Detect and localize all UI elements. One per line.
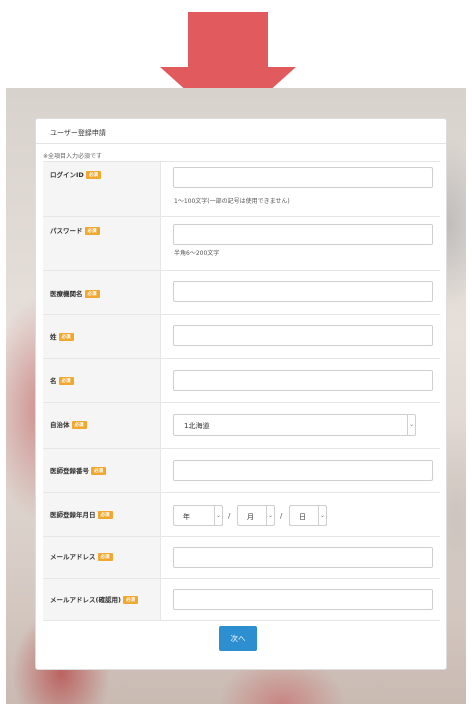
label-doctor-number: 医師登録番号 必須 <box>50 465 106 475</box>
chevron-down-icon: ⌄ <box>407 415 415 435</box>
required-badge: 必須 <box>85 171 101 179</box>
last-name-input[interactable] <box>173 325 433 346</box>
municipality-selected: 1北海道 <box>184 422 210 430</box>
row-password: パスワード 必須 半角6～200文字 <box>43 217 440 271</box>
required-note: ※全項目入力必須です <box>43 153 103 160</box>
row-doctor-number: 医師登録番号 必須 <box>43 449 440 493</box>
month-select[interactable]: 月 ⌄ <box>237 505 275 526</box>
label-doctor-date: 医師登録年月日 必須 <box>50 509 113 519</box>
row-municipality: 自治体 必須 1北海道 ⌄ <box>43 403 440 449</box>
login-id-hint: 1～100文字(一部の記号は使用できません) <box>174 198 290 205</box>
form-title: ユーザー登録申請 <box>50 129 106 137</box>
required-badge: 必須 <box>97 511 113 519</box>
row-first-name: 名必須 <box>43 359 440 403</box>
row-doctor-date: 医師登録年月日 必須 年 ⌄ / 月 ⌄ / 日 ⌄ <box>43 493 440 537</box>
divider <box>36 143 446 144</box>
chevron-down-icon: ⌄ <box>318 506 326 525</box>
required-badge: 必須 <box>84 227 100 235</box>
day-select[interactable]: 日 ⌄ <box>289 505 327 526</box>
required-badge: 必須 <box>97 553 113 561</box>
label-email-confirm: メールアドレス(確認用) 必須 <box>50 594 138 604</box>
email-confirm-input[interactable] <box>173 589 433 610</box>
chevron-down-icon: ⌄ <box>214 506 222 525</box>
medical-institution-input[interactable] <box>173 281 433 302</box>
row-medical-institution: 医療機関名 必須 <box>43 271 440 315</box>
label-medical-institution: 医療機関名 必須 <box>50 288 100 298</box>
required-badge: 必須 <box>84 290 100 298</box>
chevron-down-icon: ⌄ <box>266 506 274 525</box>
login-id-input[interactable] <box>173 167 433 188</box>
registration-form-card: ユーザー登録申請 ※全項目入力必須です ログインID 必須 1～100文字(一部の… <box>35 118 447 670</box>
row-last-name: 姓必須 <box>43 315 440 359</box>
row-email: メールアドレス 必須 <box>43 537 440 579</box>
row-login-id: ログインID 必須 1～100文字(一部の記号は使用できません) <box>43 162 440 217</box>
required-badge: 必須 <box>91 467 106 475</box>
label-password: パスワード 必須 <box>50 225 100 235</box>
label-first-name: 名必須 <box>50 375 74 385</box>
screenshot-area: ユーザー登録申請 ※全項目入力必須です ログインID 必須 1～100文字(一部の… <box>6 88 466 704</box>
first-name-input[interactable] <box>173 370 433 391</box>
label-login-id: ログインID 必須 <box>50 169 101 179</box>
required-badge: 必須 <box>71 421 87 429</box>
password-hint: 半角6～200文字 <box>174 250 220 257</box>
required-badge: 必須 <box>122 596 138 604</box>
municipality-select[interactable]: 1北海道 ⌄ <box>173 414 416 436</box>
label-last-name: 姓必須 <box>50 331 74 341</box>
year-select[interactable]: 年 ⌄ <box>173 505 223 526</box>
doctor-number-input[interactable] <box>173 460 433 481</box>
email-input[interactable] <box>173 547 433 568</box>
row-email-confirm: メールアドレス(確認用) 必須 <box>43 579 440 621</box>
label-municipality: 自治体 必須 <box>50 419 87 429</box>
form-table: ログインID 必須 1～100文字(一部の記号は使用できません) パスワード 必須 … <box>43 161 440 621</box>
next-button[interactable]: 次へ <box>219 626 257 651</box>
required-badge: 必須 <box>58 333 74 341</box>
required-badge: 必須 <box>58 377 74 385</box>
label-email: メールアドレス 必須 <box>50 551 113 561</box>
password-input[interactable] <box>173 224 433 245</box>
